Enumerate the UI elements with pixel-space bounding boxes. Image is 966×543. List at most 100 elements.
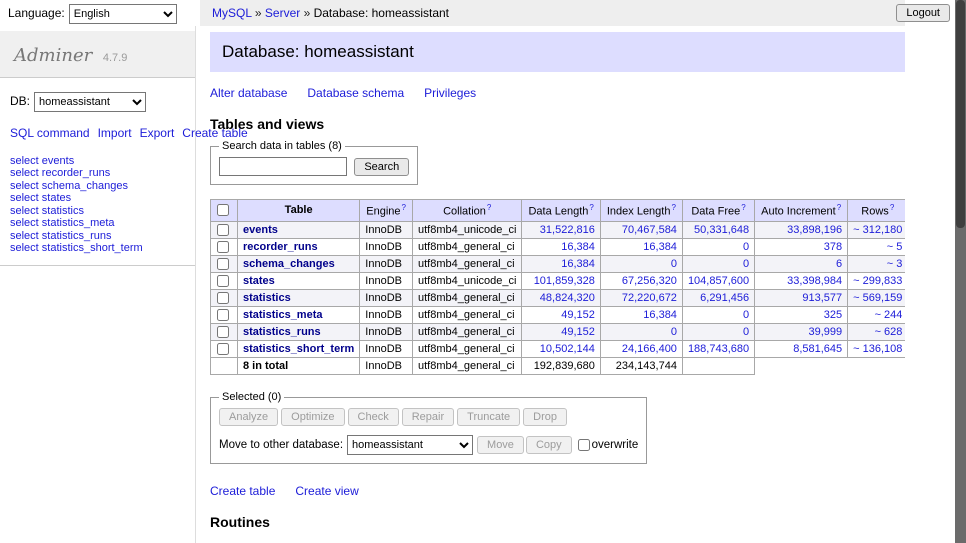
- row-checkbox[interactable]: [217, 258, 229, 270]
- table-name-link[interactable]: events: [243, 224, 278, 236]
- auto-increment-link[interactable]: 913,577: [802, 292, 842, 304]
- data-free-link[interactable]: 0: [743, 241, 749, 253]
- rows-count-link[interactable]: ~ 5: [887, 241, 903, 253]
- db-select[interactable]: homeassistant: [34, 92, 146, 112]
- rows-count-link[interactable]: ~ 569,159: [853, 292, 902, 304]
- move-db-select[interactable]: homeassistant: [347, 435, 473, 455]
- row-checkbox[interactable]: [217, 224, 229, 236]
- data-length-link[interactable]: 31,522,816: [540, 224, 595, 236]
- data-length-link[interactable]: 101,859,328: [534, 275, 595, 287]
- breadcrumb-link[interactable]: MySQL: [212, 6, 252, 20]
- row-checkbox[interactable]: [217, 309, 229, 321]
- selected-action-analyze-button[interactable]: Analyze: [219, 408, 278, 426]
- db-action-link[interactable]: Privileges: [424, 86, 476, 100]
- sidebar-table-link[interactable]: select states: [10, 192, 185, 205]
- scrollbar[interactable]: [955, 0, 966, 543]
- table-name-link[interactable]: states: [243, 275, 275, 287]
- index-length-link[interactable]: 70,467,584: [622, 224, 677, 236]
- sidebar-table-link[interactable]: select statistics_short_term: [10, 242, 185, 255]
- column-header-rows[interactable]: Rows?: [848, 200, 905, 222]
- selected-action-truncate-button[interactable]: Truncate: [457, 408, 520, 426]
- column-header-engine[interactable]: Engine?: [360, 200, 413, 222]
- auto-increment-link[interactable]: 378: [824, 241, 842, 253]
- row-checkbox[interactable]: [217, 292, 229, 304]
- table-name-link[interactable]: statistics_runs: [243, 326, 321, 338]
- data-free-link[interactable]: 104,857,600: [688, 275, 749, 287]
- index-length-link[interactable]: 67,256,320: [622, 275, 677, 287]
- scrollbar-thumb[interactable]: [956, 0, 965, 228]
- selected-action-repair-button[interactable]: Repair: [402, 408, 454, 426]
- move-button[interactable]: Move: [477, 436, 524, 454]
- row-checkbox[interactable]: [217, 326, 229, 338]
- data-free-link[interactable]: 6,291,456: [700, 292, 749, 304]
- selected-action-check-button[interactable]: Check: [348, 408, 399, 426]
- data-free-link[interactable]: 0: [743, 309, 749, 321]
- copy-button[interactable]: Copy: [526, 436, 572, 454]
- column-help-icon[interactable]: ?: [402, 203, 406, 212]
- sidebar-table-link[interactable]: select statistics: [10, 205, 185, 218]
- index-length-link[interactable]: 72,220,672: [622, 292, 677, 304]
- app-name[interactable]: Adminer: [14, 45, 92, 66]
- column-header-data-free[interactable]: Data Free?: [682, 200, 754, 222]
- index-length-link[interactable]: 16,384: [643, 309, 677, 321]
- selected-action-drop-button[interactable]: Drop: [523, 408, 567, 426]
- data-length-link[interactable]: 49,152: [561, 309, 595, 321]
- rows-count-link[interactable]: ~ 3: [887, 258, 903, 270]
- breadcrumb-link[interactable]: Server: [265, 6, 300, 20]
- sidebar-table-link[interactable]: select recorder_runs: [10, 167, 185, 180]
- rows-count-link[interactable]: ~ 136,108: [853, 343, 902, 355]
- index-length-link[interactable]: 0: [671, 258, 677, 270]
- auto-increment-link[interactable]: 6: [836, 258, 842, 270]
- sidebar-action-link[interactable]: Export: [140, 126, 175, 140]
- sidebar-table-link[interactable]: select statistics_meta: [10, 217, 185, 230]
- table-name-link[interactable]: schema_changes: [243, 258, 335, 270]
- data-length-link[interactable]: 16,384: [561, 258, 595, 270]
- logout-button[interactable]: Logout: [896, 4, 950, 22]
- column-header-auto-increment[interactable]: Auto Increment?: [755, 200, 848, 222]
- rows-count-link[interactable]: ~ 628: [875, 326, 903, 338]
- rows-count-link[interactable]: ~ 299,833: [853, 275, 902, 287]
- create-link[interactable]: Create view: [295, 484, 358, 498]
- row-checkbox[interactable]: [217, 343, 229, 355]
- rows-count-link[interactable]: ~ 312,180: [853, 224, 902, 236]
- row-checkbox[interactable]: [217, 275, 229, 287]
- column-help-icon[interactable]: ?: [487, 203, 491, 212]
- data-length-link[interactable]: 48,824,320: [540, 292, 595, 304]
- sidebar-action-link[interactable]: Import: [98, 126, 132, 140]
- db-action-link[interactable]: Alter database: [210, 86, 287, 100]
- sidebar-table-link[interactable]: select schema_changes: [10, 180, 185, 193]
- row-checkbox[interactable]: [217, 241, 229, 253]
- data-length-link[interactable]: 10,502,144: [540, 343, 595, 355]
- column-header-collation[interactable]: Collation?: [413, 200, 522, 222]
- search-button[interactable]: Search: [354, 158, 409, 176]
- table-name-link[interactable]: recorder_runs: [243, 241, 318, 253]
- index-length-link[interactable]: 24,166,400: [622, 343, 677, 355]
- auto-increment-link[interactable]: 39,999: [809, 326, 843, 338]
- column-header-table[interactable]: Table: [238, 200, 360, 222]
- auto-increment-link[interactable]: 325: [824, 309, 842, 321]
- db-action-link[interactable]: Database schema: [307, 86, 404, 100]
- data-free-link[interactable]: 50,331,648: [694, 224, 749, 236]
- table-name-link[interactable]: statistics_short_term: [243, 343, 354, 355]
- sidebar-action-link[interactable]: SQL command: [10, 126, 90, 140]
- auto-increment-link[interactable]: 8,581,645: [793, 343, 842, 355]
- create-link[interactable]: Create table: [210, 484, 275, 498]
- language-select[interactable]: English: [69, 4, 177, 24]
- column-help-icon[interactable]: ?: [741, 203, 745, 212]
- column-help-icon[interactable]: ?: [890, 203, 894, 212]
- column-help-icon[interactable]: ?: [837, 203, 841, 212]
- table-name-link[interactable]: statistics: [243, 292, 291, 304]
- column-help-icon[interactable]: ?: [671, 203, 675, 212]
- data-free-link[interactable]: 0: [743, 326, 749, 338]
- selected-action-optimize-button[interactable]: Optimize: [281, 408, 344, 426]
- column-help-icon[interactable]: ?: [589, 203, 593, 212]
- table-name-link[interactable]: statistics_meta: [243, 309, 323, 321]
- column-header-data-length[interactable]: Data Length?: [522, 200, 600, 222]
- select-all-checkbox[interactable]: [217, 204, 229, 216]
- rows-count-link[interactable]: ~ 244: [875, 309, 903, 321]
- column-header-index-length[interactable]: Index Length?: [600, 200, 682, 222]
- sidebar-table-link[interactable]: select events: [10, 155, 185, 168]
- search-input[interactable]: [219, 157, 347, 176]
- index-length-link[interactable]: 16,384: [643, 241, 677, 253]
- overwrite-checkbox[interactable]: [578, 439, 590, 451]
